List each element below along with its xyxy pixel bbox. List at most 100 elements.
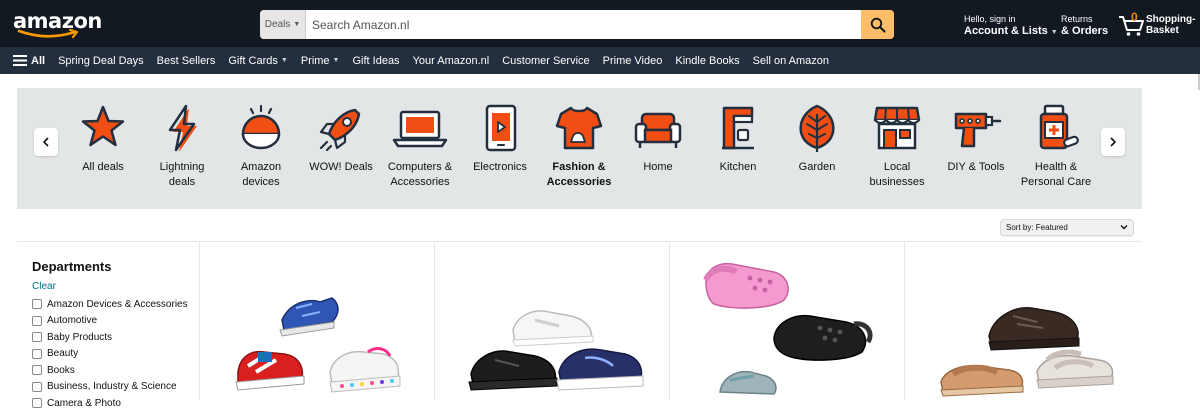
- category-local-businesses[interactable]: Local businesses: [854, 102, 940, 190]
- sort-dropdown[interactable]: Sort by: Featured: [1000, 219, 1134, 236]
- nav-item-label: Kindle Books: [675, 54, 740, 67]
- department-checkbox-item[interactable]: Books: [32, 362, 188, 379]
- all-menu-button[interactable]: All: [13, 55, 45, 67]
- lightning-icon: [168, 104, 197, 152]
- product-tile[interactable]: [670, 242, 905, 401]
- category-label: Amazon devices: [240, 161, 282, 188]
- rocket-icon: [319, 108, 361, 152]
- star-icon: [81, 105, 125, 147]
- department-label: Baby Products: [47, 331, 113, 343]
- checkbox[interactable]: [32, 315, 42, 326]
- cart-label-line2: Basket: [1146, 25, 1179, 36]
- category-amazon-devices[interactable]: Amazon devices: [218, 102, 304, 190]
- results-area: Departments Clear Amazon Devices & Acces…: [17, 241, 1142, 409]
- smile-arrow-icon: [17, 29, 79, 39]
- nav-item-kindle-books[interactable]: Kindle Books: [675, 55, 739, 67]
- category-health-personal-care[interactable]: Health & Personal Care: [1013, 102, 1099, 190]
- category-label: Lightning deals: [159, 161, 205, 188]
- category-label: WOW! Deals: [309, 161, 373, 173]
- nav-item-prime-video[interactable]: Prime Video: [603, 55, 663, 67]
- department-checkbox-item[interactable]: Beauty: [32, 346, 188, 363]
- category-diy-tools[interactable]: DIY & Tools: [933, 102, 1019, 175]
- checkbox[interactable]: [32, 381, 42, 392]
- search-icon: [870, 17, 885, 32]
- tshirt-icon: [555, 106, 603, 150]
- account-greeting: Hello, sign in: [964, 14, 1016, 24]
- leaf-icon: [799, 104, 835, 152]
- product-image[interactable]: [670, 242, 905, 401]
- department-checkbox-item[interactable]: Business, Industry & Science: [32, 379, 188, 396]
- product-tile[interactable]: [905, 242, 1142, 401]
- departments-heading: Departments: [32, 259, 112, 274]
- caret-down-icon: ▼: [1050, 29, 1058, 36]
- category-label: Computers & Accessories: [387, 161, 453, 188]
- caret-down-icon: ▼: [332, 57, 340, 64]
- department-checkbox-item[interactable]: Baby Products: [32, 329, 188, 346]
- department-label: Automotive: [47, 315, 98, 327]
- storefront-icon: [873, 106, 921, 150]
- departments-list: Amazon Devices & Accessories Automotive …: [32, 296, 188, 412]
- smart-speaker-icon: [241, 104, 281, 150]
- nav-item-label: Your Amazon.nl: [412, 54, 490, 67]
- category-electronics[interactable]: Electronics: [457, 102, 543, 175]
- search-category-dropdown[interactable]: Deals ▼: [260, 10, 306, 39]
- amazon-logo[interactable]: amazon: [13, 10, 102, 39]
- orders-label: & Orders: [1061, 25, 1109, 37]
- category-label: Health & Personal Care: [1020, 161, 1092, 188]
- nav-item-prime[interactable]: Prime ▼: [301, 55, 340, 67]
- cart-button[interactable]: 0 Shopping- Basket: [1118, 10, 1198, 40]
- account-lists-menu[interactable]: Hello, sign in Account & Lists ▼: [964, 13, 1058, 39]
- category-computers-accessories[interactable]: Computers & Accessories: [377, 102, 463, 190]
- category-kitchen[interactable]: Kitchen: [695, 102, 781, 175]
- category-label: Kitchen: [719, 161, 757, 173]
- product-image[interactable]: [200, 242, 435, 401]
- carousel-next-button[interactable]: [1101, 128, 1125, 156]
- search-input[interactable]: [306, 10, 861, 39]
- nav-bar: All Spring Deal Days Best Sellers Gift C…: [0, 47, 1200, 74]
- category-lightning-deals[interactable]: Lightning deals: [139, 102, 225, 190]
- product-image[interactable]: [435, 242, 670, 401]
- returns-label: Returns: [1061, 14, 1093, 24]
- department-label: Business, Industry & Science: [47, 381, 177, 393]
- nav-item-gift-ideas[interactable]: Gift Ideas: [352, 55, 399, 67]
- nav-item-spring-deal-days[interactable]: Spring Deal Days: [58, 55, 144, 67]
- sofa-icon: [634, 112, 682, 148]
- nav-item-your-amazon[interactable]: Your Amazon.nl: [413, 55, 490, 67]
- returns-orders-link[interactable]: Returns & Orders: [1061, 13, 1108, 37]
- department-checkbox-item[interactable]: Amazon Devices & Accessories: [32, 296, 188, 313]
- coffee-machine-icon: [722, 106, 754, 150]
- department-label: Amazon Devices & Accessories: [47, 298, 188, 310]
- category-all-deals[interactable]: All deals: [60, 102, 146, 175]
- category-garden[interactable]: Garden: [774, 102, 860, 175]
- checkbox[interactable]: [32, 348, 42, 359]
- caret-down-icon: ▼: [293, 21, 301, 28]
- nav-item-best-sellers[interactable]: Best Sellers: [157, 55, 216, 67]
- category-wow-deals[interactable]: WOW! Deals: [298, 102, 384, 175]
- category-carousel: All deals Lightning deals Amazon devices W…: [17, 88, 1142, 209]
- checkbox[interactable]: [32, 299, 42, 310]
- category-label: All deals: [82, 161, 124, 173]
- product-tile[interactable]: [200, 242, 435, 401]
- nav-item-label: Best Sellers: [156, 54, 216, 67]
- clear-filter-link[interactable]: Clear: [32, 281, 56, 292]
- category-home[interactable]: Home: [615, 102, 701, 175]
- product-tile[interactable]: [435, 242, 670, 401]
- nav-item-label: Customer Service: [502, 54, 590, 67]
- nav-item-customer-service[interactable]: Customer Service: [502, 55, 589, 67]
- checkbox[interactable]: [32, 365, 42, 376]
- nav-item-label: Sell on Amazon: [752, 54, 830, 67]
- category-label: Home: [643, 161, 673, 173]
- product-image[interactable]: [905, 242, 1142, 401]
- checkbox[interactable]: [32, 332, 42, 343]
- nav-item-gift-cards[interactable]: Gift Cards ▼: [228, 55, 287, 67]
- top-header: amazon Deals ▼ Hello, sign in Account & …: [0, 0, 1200, 47]
- search-button[interactable]: [861, 10, 894, 39]
- search-category-label: Deals: [264, 19, 291, 30]
- nav-item-sell-on-amazon[interactable]: Sell on Amazon: [753, 55, 829, 67]
- carousel-prev-button[interactable]: [34, 128, 58, 156]
- department-checkbox-item[interactable]: Automotive: [32, 313, 188, 330]
- department-checkbox-item[interactable]: Camera & Photo: [32, 395, 188, 412]
- category-label: Electronics: [473, 161, 527, 173]
- nav-item-label: Prime: [300, 54, 330, 67]
- category-fashion-accessories[interactable]: Fashion & Accessories: [536, 102, 622, 190]
